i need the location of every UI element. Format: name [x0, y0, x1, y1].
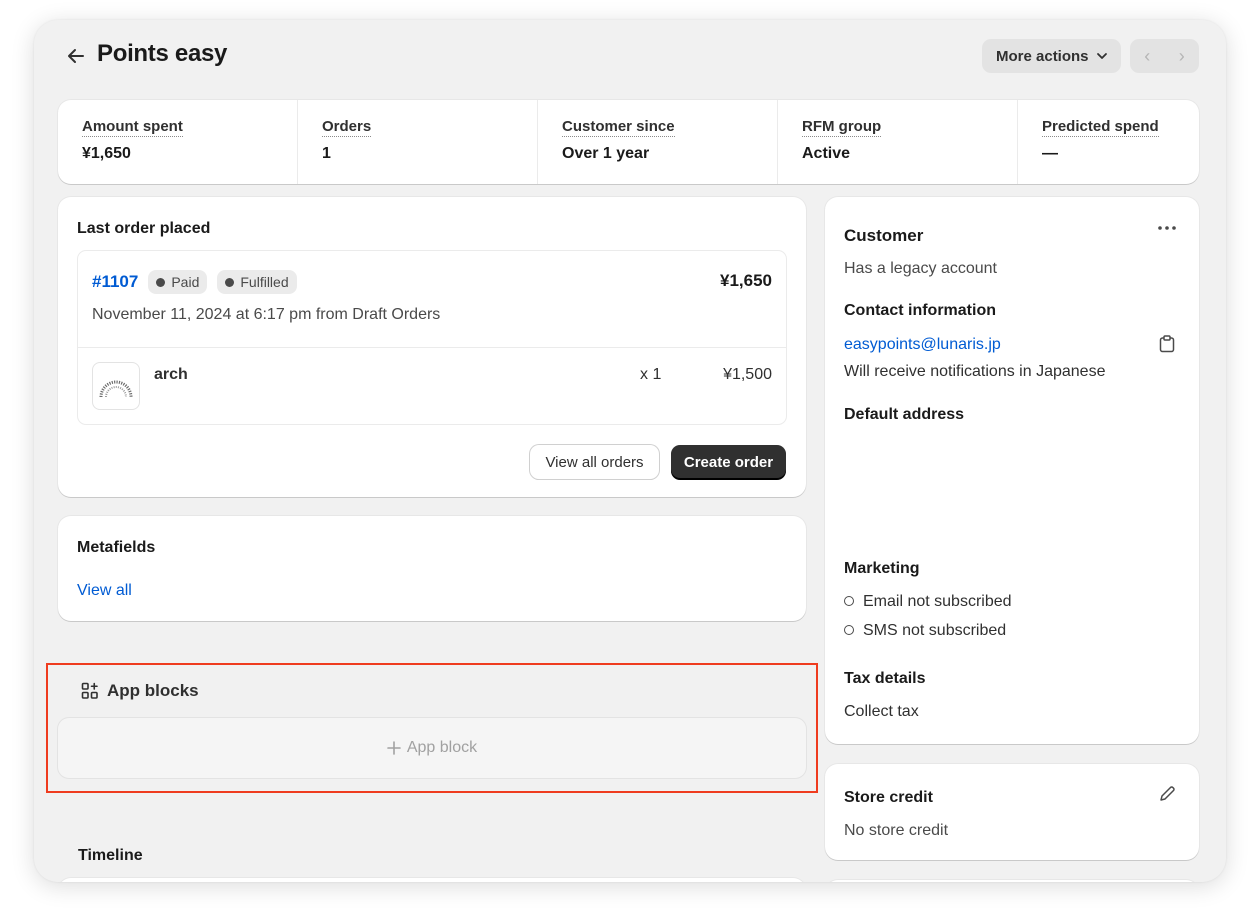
last-order-card: Last order placed #1107 Paid Fulfilled ¥… — [58, 197, 806, 497]
chevron-down-icon — [1096, 53, 1107, 59]
marketing-heading: Marketing — [844, 560, 920, 577]
create-order-button[interactable]: Create order — [671, 445, 786, 479]
metafields-card: Metafields View all — [58, 516, 806, 621]
metric-label[interactable]: Predicted spend — [1042, 118, 1159, 137]
contact-information-heading: Contact information — [844, 302, 996, 319]
record-navigation: ‹ › — [1130, 39, 1199, 73]
default-address-heading: Default address — [844, 406, 965, 423]
metric-amount-spent: Amount spent ¥1,650 — [58, 100, 298, 184]
timeline-card — [58, 878, 806, 882]
app-window: Points easy More actions ‹ › Amount spen… — [34, 20, 1226, 882]
next-card — [825, 880, 1199, 882]
legacy-account-text: Has a legacy account — [844, 260, 997, 277]
customer-email-link[interactable]: easypoints@lunaris.jp — [844, 336, 1001, 354]
email-marketing-status: Email not subscribed — [844, 593, 1012, 611]
status-badge-fulfilled: Fulfilled — [217, 270, 297, 294]
more-actions-label: More actions — [996, 47, 1089, 65]
arch-product-icon — [99, 380, 133, 398]
metric-value: ¥1,650 — [82, 145, 131, 162]
status-circle-icon — [844, 624, 854, 635]
add-app-block-button[interactable]: App block — [58, 718, 806, 778]
status-badge-paid: Paid — [148, 270, 208, 294]
metric-value: Over 1 year — [562, 145, 650, 162]
badge-label: Paid — [171, 274, 200, 290]
card-title: Last order placed — [77, 220, 211, 237]
metric-orders: Orders 1 — [298, 100, 538, 184]
metric-customer-since: Customer since Over 1 year — [538, 100, 778, 184]
tax-details-value: Collect tax — [844, 703, 919, 720]
back-arrow-icon[interactable] — [64, 44, 88, 68]
sms-marketing-status: SMS not subscribed — [844, 622, 1006, 640]
metric-label[interactable]: Orders — [322, 118, 372, 137]
metric-rfm-group: RFM group Active — [778, 100, 1018, 184]
sms-marketing-label: SMS not subscribed — [863, 622, 1007, 639]
edit-pencil-icon[interactable] — [1158, 785, 1176, 803]
card-title: Metafields — [77, 539, 156, 556]
metric-label[interactable]: Amount spent — [82, 118, 183, 137]
previous-record-button[interactable]: ‹ — [1130, 39, 1165, 73]
metric-predicted-spend: Predicted spend — — [1018, 100, 1199, 184]
clipboard-icon[interactable] — [1159, 335, 1175, 353]
metric-label[interactable]: RFM group — [802, 118, 882, 137]
more-actions-button[interactable]: More actions — [982, 39, 1121, 73]
store-credit-value: No store credit — [844, 822, 949, 839]
notification-language-text: Will receive notifications in Japanese — [844, 363, 1106, 380]
status-dot-icon — [156, 277, 166, 287]
metric-value: Active — [802, 145, 851, 162]
order-summary: #1107 Paid Fulfilled ¥1,650 November 11,… — [77, 250, 787, 425]
product-name: arch — [154, 366, 188, 383]
timeline-title: Timeline — [78, 847, 143, 864]
page-title: Points easy — [97, 40, 228, 67]
view-all-orders-button[interactable]: View all orders — [530, 445, 659, 479]
app-blocks-title: App blocks — [107, 681, 199, 700]
status-dot-icon — [225, 277, 235, 287]
divider — [78, 347, 786, 348]
customer-metrics-bar: Amount spent ¥1,650 Orders 1 Customer si… — [58, 100, 1199, 184]
add-app-block-label: App block — [406, 739, 478, 756]
order-meta: November 11, 2024 at 6:17 pm from Draft … — [92, 306, 441, 323]
store-credit-card: Store credit No store credit — [825, 764, 1199, 860]
next-record-button[interactable]: › — [1165, 39, 1200, 73]
product-quantity: x 1 — [640, 366, 662, 383]
order-number-link[interactable]: #1107 — [92, 272, 138, 292]
metric-value: 1 — [322, 145, 331, 162]
metric-value: — — [1042, 145, 1058, 162]
email-marketing-label: Email not subscribed — [863, 593, 1012, 610]
view-all-metafields-link[interactable]: View all — [77, 582, 132, 600]
more-options-icon[interactable] — [1157, 223, 1177, 233]
order-total: ¥1,650 — [720, 271, 772, 290]
customer-card: Customer Has a legacy account Contact in… — [825, 197, 1199, 744]
tax-details-heading: Tax details — [844, 670, 926, 687]
badge-label: Fulfilled — [240, 274, 289, 290]
app-blocks-icon — [81, 682, 98, 699]
plus-icon — [387, 741, 401, 755]
customer-title: Customer — [844, 226, 924, 245]
metric-label[interactable]: Customer since — [562, 118, 675, 137]
product-price: ¥1,500 — [723, 366, 772, 383]
store-credit-title: Store credit — [844, 789, 933, 806]
status-circle-icon — [844, 595, 854, 606]
product-thumbnail[interactable] — [92, 362, 140, 410]
